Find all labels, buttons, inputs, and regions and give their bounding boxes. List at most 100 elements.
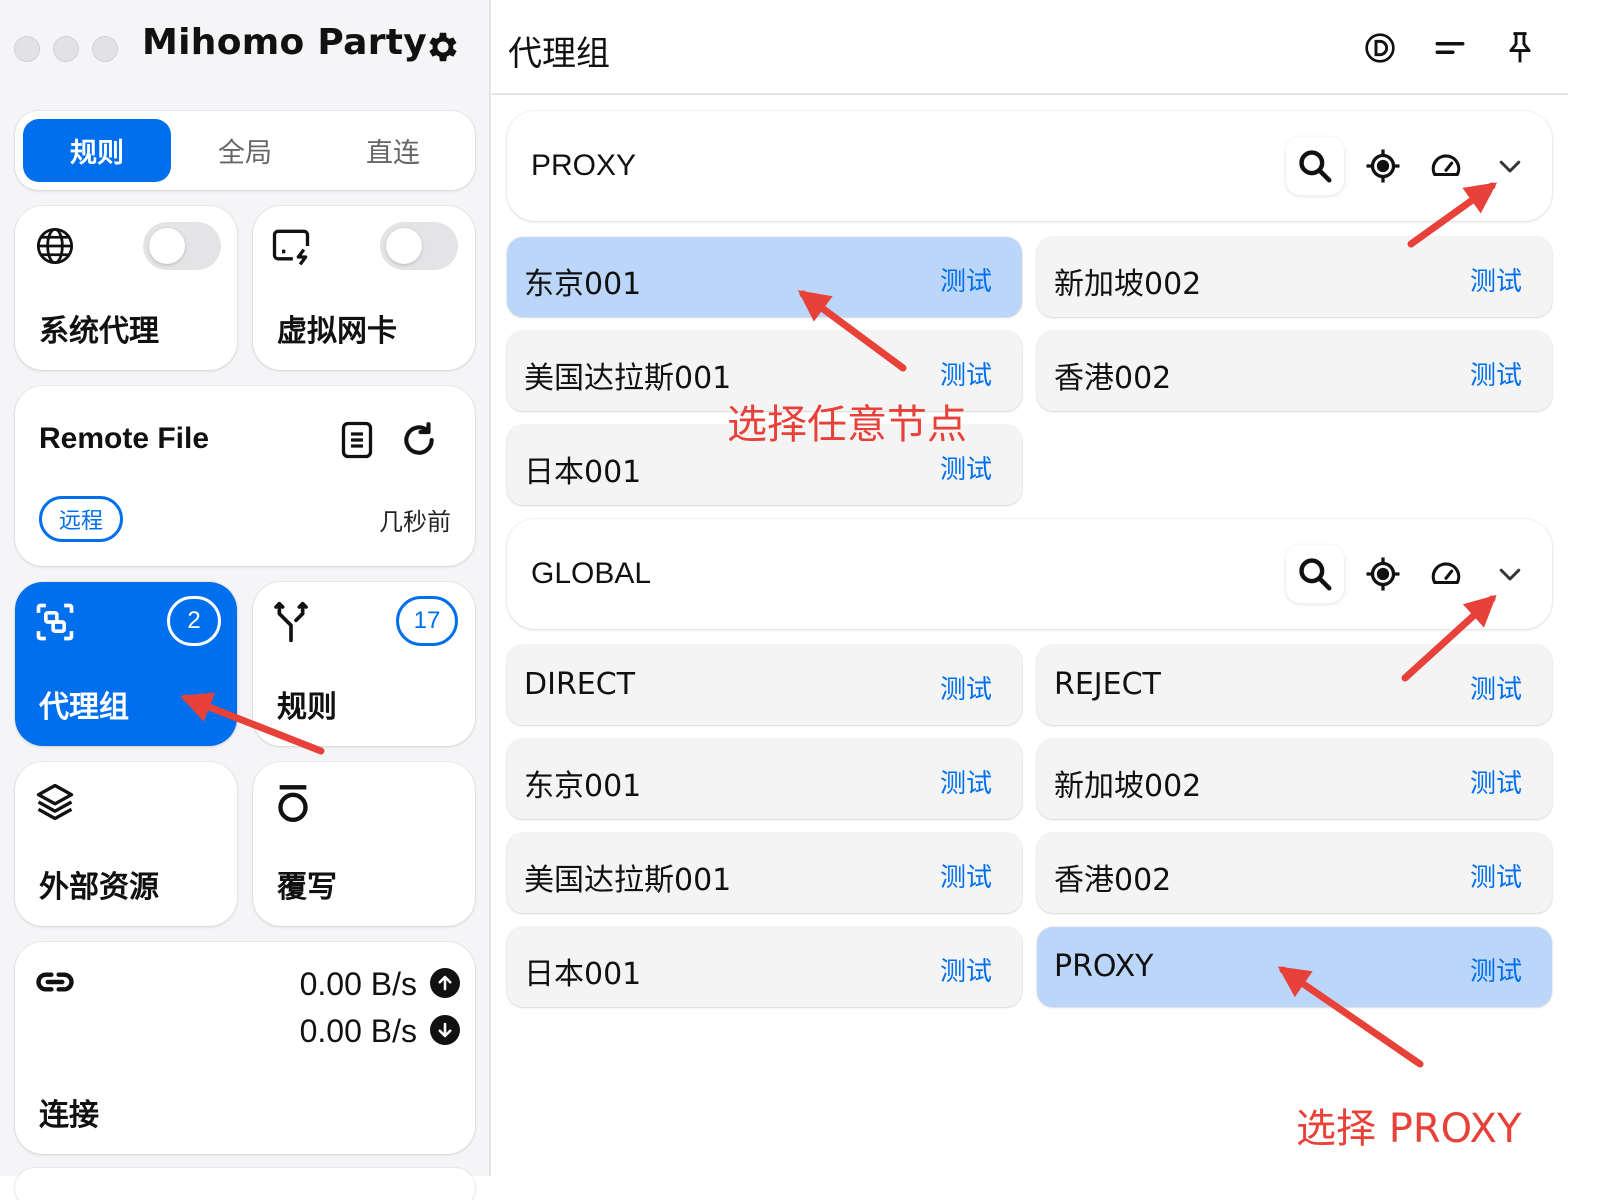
system-proxy-toggle[interactable] [143, 222, 221, 270]
speed-test-icon[interactable] [1417, 545, 1475, 603]
nav-proxy-groups[interactable]: 2 代理组 [15, 582, 237, 746]
resources-label: 外部资源 [39, 870, 159, 905]
test-button[interactable]: 测试 [1470, 763, 1522, 800]
group-name: GLOBAL [531, 557, 652, 590]
proxy-item-reject[interactable]: REJECT 测试 [1037, 645, 1552, 725]
test-button[interactable]: 测试 [940, 261, 992, 298]
system-proxy-card[interactable]: 系统代理 [15, 206, 237, 370]
test-button[interactable]: 测试 [940, 355, 992, 392]
proxy-name: 日本001 [524, 455, 642, 490]
rules-label: 规则 [277, 690, 337, 725]
mode-tabs: 规则 全局 直连 [15, 111, 475, 190]
sidebar: Mihomo Party 规则 全局 直连 系统代理 虚拟网卡 Remote F… [0, 0, 491, 1200]
search-icon[interactable] [1286, 545, 1344, 603]
page-title: 代理组 [508, 34, 610, 74]
proxy-item-hongkong002[interactable]: 香港002 测试 [1037, 833, 1552, 913]
proxy-name: 东京001 [524, 267, 642, 302]
proxy-name: 日本001 [524, 957, 642, 992]
system-proxy-label: 系统代理 [39, 314, 159, 349]
sort-icon[interactable] [1430, 28, 1470, 68]
speed-test-icon[interactable] [1417, 137, 1475, 195]
test-button[interactable]: 测试 [940, 763, 992, 800]
virtual-nic-icon [267, 222, 315, 270]
settings-gear-icon[interactable] [420, 24, 466, 70]
toggle-knob [386, 228, 422, 264]
nav-next-card[interactable] [15, 1168, 475, 1200]
annotation-select-proxy: 选择 PROXY [1296, 1106, 1522, 1152]
proxy-name: 美国达拉斯001 [524, 361, 732, 396]
pin-icon[interactable] [1500, 28, 1540, 68]
override-icon [269, 780, 317, 828]
test-button[interactable]: 测试 [940, 951, 992, 988]
search-icon[interactable] [1286, 137, 1344, 195]
app-title: Mihomo Party [142, 22, 428, 63]
nav-override[interactable]: 覆写 [253, 762, 475, 926]
proxy-item-japan001[interactable]: 日本001 测试 [507, 927, 1022, 1007]
global-group-header[interactable]: GLOBAL [507, 519, 1552, 629]
mode-tab-rule[interactable]: 规则 [23, 119, 171, 182]
proxy-group-icon [31, 598, 79, 646]
upload-speed: 0.00 B/s [299, 966, 417, 1002]
page-header: 代理组 [492, 0, 1568, 95]
delay-mode-icon[interactable] [1360, 28, 1400, 68]
proxy-name: 香港002 [1054, 361, 1172, 396]
nav-resources[interactable]: 外部资源 [15, 762, 237, 926]
proxy-item-direct[interactable]: DIRECT 测试 [507, 645, 1022, 725]
proxy-item-singapore002[interactable]: 新加坡002 测试 [1037, 739, 1552, 819]
tun-toggle[interactable] [380, 222, 458, 270]
connections-label: 连接 [39, 1098, 99, 1133]
chevron-down-icon[interactable] [1481, 137, 1539, 195]
proxy-name: 东京001 [524, 769, 642, 804]
proxy-name: 新加坡002 [1054, 769, 1202, 804]
annotation-select-node: 选择任意节点 [727, 402, 967, 448]
profile-name: Remote File [39, 422, 210, 455]
refresh-icon[interactable] [395, 416, 443, 464]
test-button[interactable]: 测试 [1470, 669, 1522, 706]
proxy-name: 美国达拉斯001 [524, 863, 732, 898]
toggle-knob [149, 228, 185, 264]
tun-label: 虚拟网卡 [277, 314, 397, 349]
download-speed: 0.00 B/s [299, 1013, 417, 1049]
profile-card[interactable]: Remote File 远程 几秒前 [15, 386, 475, 566]
mode-tab-direct[interactable]: 直连 [319, 119, 467, 182]
upload-arrow-icon [430, 968, 460, 998]
test-button[interactable]: 测试 [1470, 857, 1522, 894]
proxy-item-singapore002[interactable]: 新加坡002 测试 [1037, 237, 1552, 317]
nav-connections[interactable]: 0.00 B/s 0.00 B/s 连接 [15, 942, 475, 1154]
profile-remote-tag: 远程 [39, 496, 123, 542]
tun-card[interactable]: 虚拟网卡 [253, 206, 475, 370]
download-arrow-icon [430, 1015, 460, 1045]
proxy-group-header[interactable]: PROXY [507, 111, 1552, 221]
globe-icon [31, 222, 79, 270]
proxy-name: DIRECT [524, 667, 636, 702]
fork-icon [267, 598, 315, 646]
test-button[interactable]: 测试 [940, 857, 992, 894]
window-close-button[interactable] [14, 36, 40, 62]
mode-tab-global[interactable]: 全局 [171, 119, 319, 182]
test-button[interactable]: 测试 [1470, 951, 1522, 988]
test-button[interactable]: 测试 [940, 449, 992, 486]
test-button[interactable]: 测试 [1470, 261, 1522, 298]
proxy-item-us-dallas001[interactable]: 美国达拉斯001 测试 [507, 833, 1022, 913]
document-icon[interactable] [333, 416, 381, 464]
proxy-item-proxy[interactable]: PROXY 测试 [1037, 927, 1552, 1007]
locate-icon[interactable] [1354, 545, 1412, 603]
proxy-name: 新加坡002 [1054, 267, 1202, 302]
profile-updated-time: 几秒前 [379, 509, 451, 536]
test-button[interactable]: 测试 [1470, 355, 1522, 392]
locate-icon[interactable] [1354, 137, 1412, 195]
proxy-item-hongkong002[interactable]: 香港002 测试 [1037, 331, 1552, 411]
proxy-name: 香港002 [1054, 863, 1172, 898]
proxy-item-tokyo001[interactable]: 东京001 测试 [507, 237, 1022, 317]
proxy-groups-label: 代理组 [39, 690, 129, 725]
window-minimize-button[interactable] [53, 36, 79, 62]
rules-count-badge: 17 [396, 596, 458, 646]
proxy-item-tokyo001[interactable]: 东京001 测试 [507, 739, 1022, 819]
proxy-groups-count-badge: 2 [167, 596, 221, 646]
test-button[interactable]: 测试 [940, 669, 992, 706]
nav-rules[interactable]: 17 规则 [253, 582, 475, 746]
chevron-down-icon[interactable] [1481, 545, 1539, 603]
layers-icon [31, 778, 79, 826]
proxy-name: PROXY [1054, 949, 1154, 984]
window-zoom-button[interactable] [92, 36, 118, 62]
